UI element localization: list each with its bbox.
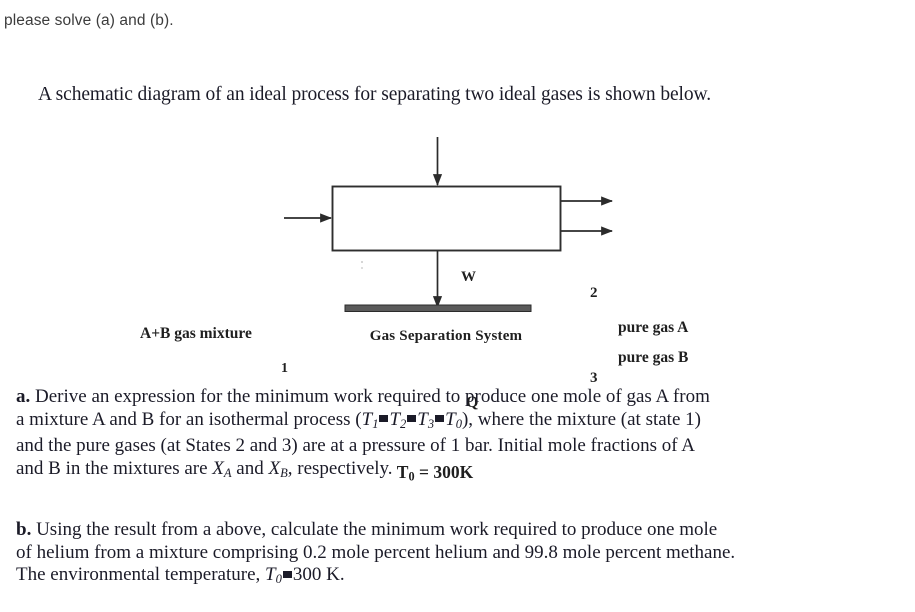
outlet-a-label: pure gas A <box>618 319 689 336</box>
part-a-text-line-3: and the pure gases (at States 2 and 3) a… <box>16 435 696 457</box>
part-b-text-line-3-pre: The environmental temperature, <box>16 564 266 585</box>
environment-temperature-subscript: 0 <box>275 572 282 587</box>
part-a-line-2: a mixture A and B for an isothermal proc… <box>16 409 900 436</box>
mole-fraction-symbol-b: X <box>268 457 281 479</box>
part-a-text-line-2-post: ), where the mixture (at state 1) <box>461 408 701 430</box>
part-a-text-line-4-mid: and <box>231 457 269 479</box>
part-b-line-2: of helium from a mixture comprising 0.2 … <box>16 542 900 565</box>
temperature-symbol-1: T <box>361 408 373 430</box>
part-a-marker: a. <box>16 386 31 407</box>
problem-part-a: a. Derive an expression for the minimum … <box>16 386 900 484</box>
temperature-symbol-3: T <box>417 408 428 430</box>
part-a-text-line-2-pre: a mixture A and B for an isothermal proc… <box>16 408 362 430</box>
part-a-text-line-4-post: , respectively. <box>287 457 393 479</box>
temperature-subscript-3: 3 <box>427 416 435 431</box>
problem-title: A schematic diagram of an ideal process … <box>38 84 711 105</box>
part-b-line-3: The environmental temperature, T0 300 K. <box>16 564 900 591</box>
mole-fraction-subscript-a: A <box>223 465 232 480</box>
outlet-b-label: pure gas B <box>618 349 689 366</box>
thermal-reservoir-bar <box>344 304 532 312</box>
part-a-line-4: and B in the mixtures are XA and XB, res… <box>16 458 900 485</box>
part-a-text-line-4-pre: and B in the mixtures are <box>16 457 213 479</box>
inlet-stream-label: A+B gas mixture <box>140 325 252 342</box>
process-schematic-diagram: Gas Separation System A+B gas mixture 1 … <box>0 125 915 484</box>
scan-artifact-speck <box>361 261 363 263</box>
system-box-label: Gas Separation System <box>369 328 523 344</box>
inlet-state-number: 1 <box>281 361 288 376</box>
scan-artifact-speck <box>361 267 363 269</box>
part-b-line-1: b. Using the result from a above, calcul… <box>16 519 900 542</box>
system-boundary-box <box>331 185 562 252</box>
equals-glyph <box>379 415 389 423</box>
outlet-b-state-number: 3 <box>590 370 598 386</box>
temperature-subscript-2: 2 <box>400 416 407 431</box>
part-b-text-line-2: of helium from a mixture comprising 0.2 … <box>16 541 736 563</box>
user-prompt-text: please solve (a) and (b). <box>4 12 174 29</box>
part-b-text-line-1: Using the result from a above, calculate… <box>36 519 718 540</box>
temperature-symbol-2: T <box>389 408 401 430</box>
part-b-marker: b. <box>16 519 32 540</box>
mole-fraction-symbol-a: X <box>212 457 224 479</box>
temperature-symbol-4: T <box>445 408 456 430</box>
work-label: W <box>461 269 476 285</box>
equals-glyph <box>435 415 445 423</box>
equals-glyph <box>282 570 292 578</box>
mole-fraction-subscript-b: B <box>280 465 288 480</box>
part-a-text-line-1: Derive an expression for the minimum wor… <box>35 386 710 407</box>
environment-temperature-symbol: T <box>265 564 276 585</box>
temperature-subscript-1: 1 <box>372 416 379 431</box>
outlet-a-state-number: 2 <box>590 285 598 301</box>
problem-part-b: b. Using the result from a above, calcul… <box>16 519 900 591</box>
part-a-line-1: a. Derive an expression for the minimum … <box>16 386 900 409</box>
part-a-line-3: and the pure gases (at States 2 and 3) a… <box>16 435 900 458</box>
part-b-text-line-3-post: 300 K. <box>292 564 345 585</box>
equals-glyph <box>407 415 417 423</box>
